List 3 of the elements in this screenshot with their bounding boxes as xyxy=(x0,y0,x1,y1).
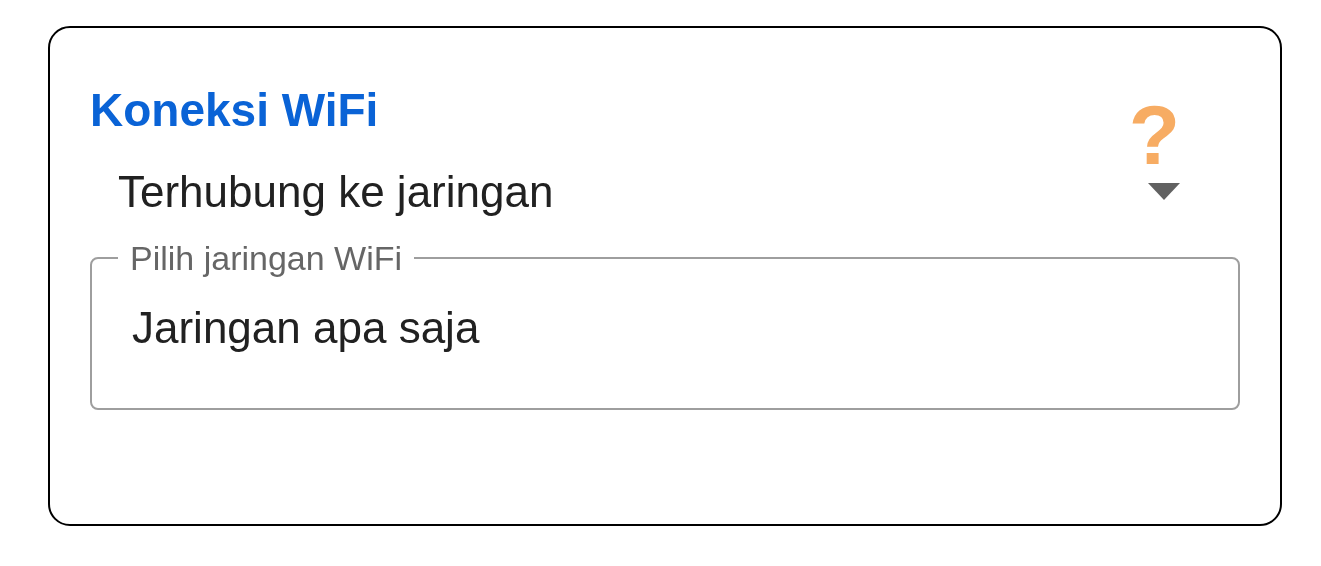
card-title: Koneksi WiFi xyxy=(90,83,379,138)
caret-icon xyxy=(1148,183,1180,201)
field-label: Pilih jaringan WiFi xyxy=(129,238,404,278)
